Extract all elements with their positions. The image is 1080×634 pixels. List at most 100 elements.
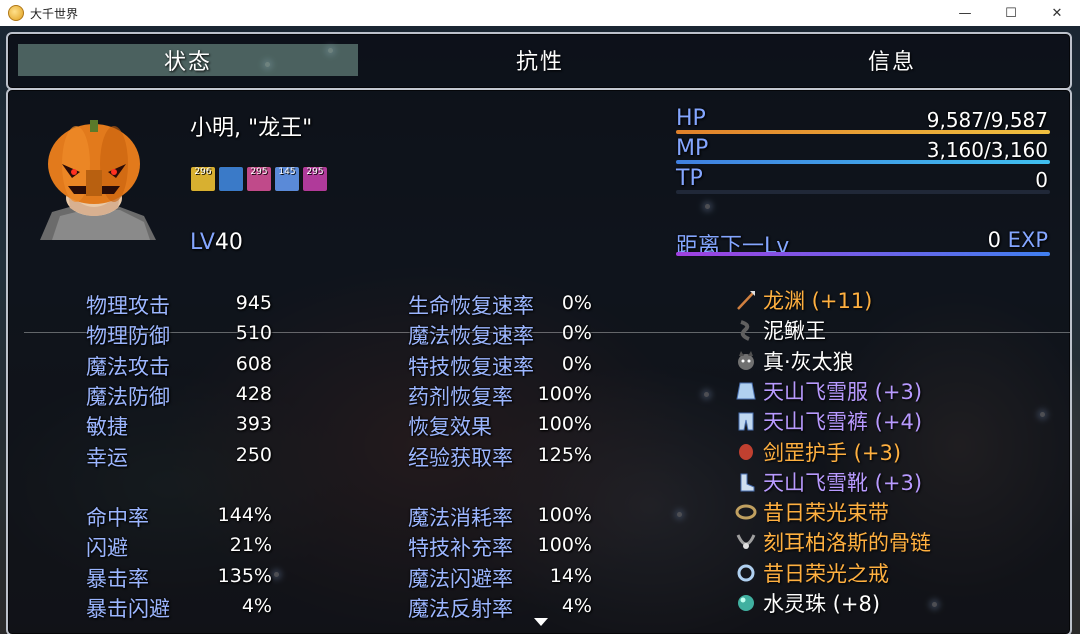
equip-slot: 昔日荣光束带 bbox=[735, 498, 889, 526]
param-label: 特技补充率 bbox=[408, 536, 513, 561]
mp-value: 3,160/3,160 bbox=[926, 138, 1048, 162]
tab-status[interactable]: 状态 bbox=[18, 44, 358, 76]
param-value: 4% bbox=[561, 594, 592, 617]
tab-info[interactable]: 信息 bbox=[722, 44, 1062, 76]
level-label: LV bbox=[190, 230, 215, 255]
app-icon bbox=[8, 5, 24, 21]
mp-gauge-fill bbox=[676, 160, 1050, 164]
param-value: 100% bbox=[537, 413, 592, 436]
hp-label: HP bbox=[676, 106, 706, 131]
mp-label: MP bbox=[676, 136, 709, 161]
param-value: 0% bbox=[561, 292, 592, 314]
tab-bar: 状态 抗性 信息 bbox=[6, 32, 1072, 90]
level-display: LV40 bbox=[190, 230, 243, 255]
tp-gauge-track bbox=[676, 190, 1050, 194]
param-label: 药剂恢复率 bbox=[408, 384, 513, 409]
equip-slot: 昔日荣光之戒 bbox=[735, 559, 889, 587]
pants-icon bbox=[735, 410, 757, 432]
param-value: 100% bbox=[537, 504, 592, 526]
equip-name: 水灵珠 (+8) bbox=[763, 592, 881, 616]
status-window: 小明, "龙王" 296 295 145 295 LV40 HP 9,587/9,58… bbox=[6, 88, 1072, 634]
param-value: 100% bbox=[537, 382, 592, 405]
gauntlet-icon bbox=[735, 441, 757, 463]
orb-icon bbox=[735, 592, 757, 614]
equip-name: 天山飞雪裤 (+4) bbox=[763, 410, 923, 435]
param-value: 4% bbox=[241, 594, 272, 617]
param-value: 428 bbox=[235, 382, 272, 405]
equip-name: 剑罡护手 (+3) bbox=[763, 440, 902, 465]
equip-slot: 刻耳柏洛斯的骨链 bbox=[735, 528, 931, 556]
param-label: 敏捷 bbox=[86, 415, 128, 440]
param-label: 暴击闪避 bbox=[86, 596, 170, 621]
param-label: 魔法反射率 bbox=[408, 596, 513, 621]
param-value: 100% bbox=[537, 534, 592, 557]
param-label: 魔法闪避率 bbox=[408, 566, 513, 591]
param-value: 0% bbox=[561, 352, 592, 375]
exp-value: 0 EXP bbox=[848, 228, 1048, 252]
scroll-down-arrow-icon[interactable] bbox=[534, 618, 548, 626]
minimize-icon[interactable]: — bbox=[942, 0, 988, 26]
pumpkin-knight-portrait bbox=[40, 120, 156, 240]
exp-gauge-fill bbox=[676, 252, 1050, 256]
param-label: 生命恢复速率 bbox=[408, 294, 534, 318]
equip-slot: 天山飞雪靴 (+3) bbox=[735, 468, 922, 496]
hp-gauge-fill bbox=[676, 130, 1050, 134]
param-label: 幸运 bbox=[86, 445, 128, 470]
param-value: 144% bbox=[217, 504, 272, 526]
param-value: 0% bbox=[561, 322, 592, 345]
gold-state-icon: 296 bbox=[190, 166, 216, 192]
hp-gauge-track bbox=[676, 130, 1050, 134]
equip-name: 真·灰太狼 bbox=[763, 349, 854, 374]
equip-slot: 龙渊 (+11) bbox=[735, 286, 872, 314]
window-title: 大千世界 bbox=[30, 6, 79, 21]
exp-unit: EXP bbox=[1007, 228, 1048, 252]
equip-name: 天山飞雪服 (+3) bbox=[763, 379, 923, 404]
param-value: 21% bbox=[229, 534, 272, 557]
param-value: 135% bbox=[217, 564, 272, 587]
boots-icon bbox=[735, 471, 757, 493]
param-label: 命中率 bbox=[86, 506, 149, 530]
tp-value: 0 bbox=[1035, 168, 1048, 192]
equip-slot: 泥鳅王 bbox=[735, 316, 826, 344]
dragon-state-icon bbox=[218, 166, 244, 192]
param-value: 250 bbox=[235, 443, 272, 466]
tab-resistance[interactable]: 抗性 bbox=[370, 44, 710, 76]
param-label: 特技恢复速率 bbox=[408, 354, 534, 379]
actor-portrait bbox=[32, 112, 162, 242]
mp-gauge-track bbox=[676, 160, 1050, 164]
param-value: 510 bbox=[235, 322, 272, 345]
necklace-icon bbox=[735, 531, 757, 553]
param-value: 14% bbox=[549, 564, 592, 587]
param-value: 945 bbox=[235, 292, 272, 314]
state-icons: 296 295 145 295 bbox=[190, 166, 328, 192]
eel-icon bbox=[735, 319, 757, 342]
param-label: 物理防御 bbox=[86, 324, 170, 349]
param-label: 经验获取率 bbox=[408, 445, 513, 470]
magenta-state-icon: 295 bbox=[302, 166, 328, 192]
blue-state-icon: 145 bbox=[274, 166, 300, 192]
param-value: 125% bbox=[537, 443, 592, 466]
maximize-icon[interactable]: ☐ bbox=[988, 0, 1034, 26]
tp-label: TP bbox=[676, 166, 703, 191]
equip-name: 天山飞雪靴 (+3) bbox=[763, 470, 923, 495]
equip-slot: 水灵珠 (+8) bbox=[735, 589, 880, 617]
window-titlebar: 大千世界 — ☐ ✕ bbox=[0, 0, 1080, 27]
close-icon[interactable]: ✕ bbox=[1034, 0, 1080, 26]
window-controls: — ☐ ✕ bbox=[942, 0, 1080, 26]
robe-icon bbox=[735, 380, 757, 402]
hp-value: 9,587/9,587 bbox=[926, 108, 1048, 132]
actor-name: 小明, "龙王" bbox=[190, 116, 313, 141]
param-value: 393 bbox=[235, 413, 272, 436]
game-canvas: 状态 抗性 信息 小明, "龙王" 296 295 145 295 LV40 H… bbox=[0, 26, 1080, 634]
equip-slot: 真·灰太狼 bbox=[735, 347, 854, 375]
param-value: 608 bbox=[235, 352, 272, 375]
equip-slot: 天山飞雪裤 (+4) bbox=[735, 407, 922, 435]
spear-icon bbox=[735, 289, 757, 311]
pink-state-icon: 295 bbox=[246, 166, 272, 192]
equip-name: 刻耳柏洛斯的骨链 bbox=[763, 531, 931, 556]
equip-name: 龙渊 (+11) bbox=[763, 289, 873, 313]
param-label: 暴击率 bbox=[86, 566, 149, 591]
equip-slot: 天山飞雪服 (+3) bbox=[735, 377, 922, 405]
state-turns: 145 bbox=[278, 167, 296, 177]
state-turns: 295 bbox=[306, 167, 324, 177]
